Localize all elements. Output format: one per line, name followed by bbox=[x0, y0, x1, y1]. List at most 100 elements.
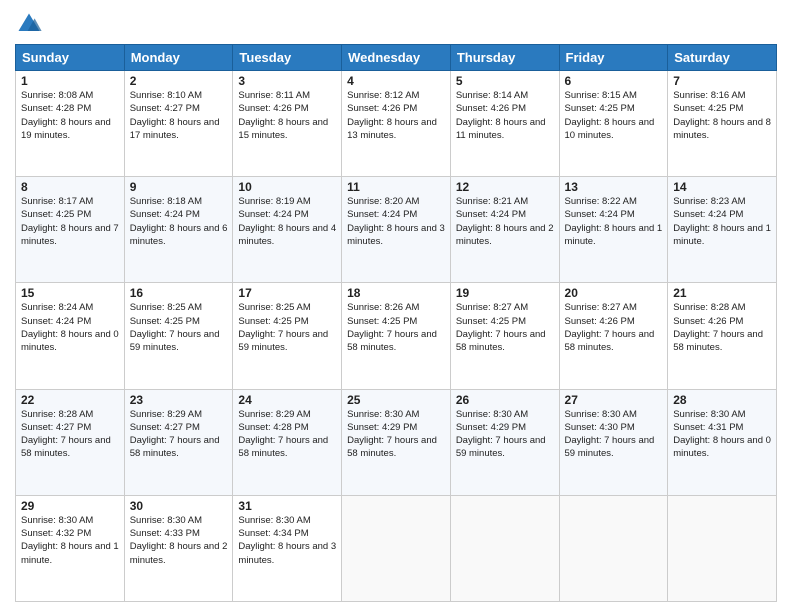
daylight-label: Daylight: 8 hours and 1 minute. bbox=[673, 223, 771, 247]
day-number: 12 bbox=[456, 180, 554, 194]
sunset-label: Sunset: 4:25 PM bbox=[130, 316, 200, 327]
sunrise-label: Sunrise: 8:14 AM bbox=[456, 90, 528, 101]
day-number: 10 bbox=[238, 180, 336, 194]
day-number: 31 bbox=[238, 499, 336, 513]
day-info: Sunrise: 8:14 AM Sunset: 4:26 PM Dayligh… bbox=[456, 89, 554, 142]
day-number: 7 bbox=[673, 74, 771, 88]
day-info: Sunrise: 8:27 AM Sunset: 4:26 PM Dayligh… bbox=[565, 301, 663, 354]
daylight-label: Daylight: 7 hours and 58 minutes. bbox=[130, 435, 220, 459]
sunset-label: Sunset: 4:24 PM bbox=[21, 316, 91, 327]
daylight-label: Daylight: 8 hours and 8 minutes. bbox=[673, 117, 771, 141]
sunrise-label: Sunrise: 8:29 AM bbox=[130, 409, 202, 420]
day-cell bbox=[559, 495, 668, 601]
sunset-label: Sunset: 4:31 PM bbox=[673, 422, 743, 433]
sunset-label: Sunset: 4:30 PM bbox=[565, 422, 635, 433]
sunset-label: Sunset: 4:24 PM bbox=[565, 209, 635, 220]
daylight-label: Daylight: 8 hours and 1 minute. bbox=[565, 223, 663, 247]
daylight-label: Daylight: 8 hours and 19 minutes. bbox=[21, 117, 111, 141]
day-cell: 7 Sunrise: 8:16 AM Sunset: 4:25 PM Dayli… bbox=[668, 71, 777, 177]
day-cell: 17 Sunrise: 8:25 AM Sunset: 4:25 PM Dayl… bbox=[233, 283, 342, 389]
day-number: 13 bbox=[565, 180, 663, 194]
sunrise-label: Sunrise: 8:27 AM bbox=[456, 302, 528, 313]
sunset-label: Sunset: 4:33 PM bbox=[130, 528, 200, 539]
sunset-label: Sunset: 4:24 PM bbox=[130, 209, 200, 220]
daylight-label: Daylight: 8 hours and 4 minutes. bbox=[238, 223, 336, 247]
day-info: Sunrise: 8:11 AM Sunset: 4:26 PM Dayligh… bbox=[238, 89, 336, 142]
daylight-label: Daylight: 7 hours and 58 minutes. bbox=[238, 435, 328, 459]
daylight-label: Daylight: 7 hours and 58 minutes. bbox=[347, 435, 437, 459]
day-info: Sunrise: 8:29 AM Sunset: 4:27 PM Dayligh… bbox=[130, 408, 228, 461]
daylight-label: Daylight: 8 hours and 3 minutes. bbox=[238, 541, 336, 565]
day-cell: 8 Sunrise: 8:17 AM Sunset: 4:25 PM Dayli… bbox=[16, 177, 125, 283]
day-cell: 30 Sunrise: 8:30 AM Sunset: 4:33 PM Dayl… bbox=[124, 495, 233, 601]
day-info: Sunrise: 8:30 AM Sunset: 4:32 PM Dayligh… bbox=[21, 514, 119, 567]
day-cell: 1 Sunrise: 8:08 AM Sunset: 4:28 PM Dayli… bbox=[16, 71, 125, 177]
day-number: 14 bbox=[673, 180, 771, 194]
day-cell: 10 Sunrise: 8:19 AM Sunset: 4:24 PM Dayl… bbox=[233, 177, 342, 283]
sunset-label: Sunset: 4:29 PM bbox=[347, 422, 417, 433]
day-number: 11 bbox=[347, 180, 445, 194]
sunset-label: Sunset: 4:26 PM bbox=[238, 103, 308, 114]
day-cell: 28 Sunrise: 8:30 AM Sunset: 4:31 PM Dayl… bbox=[668, 389, 777, 495]
sunrise-label: Sunrise: 8:28 AM bbox=[21, 409, 93, 420]
day-info: Sunrise: 8:17 AM Sunset: 4:25 PM Dayligh… bbox=[21, 195, 119, 248]
day-cell: 15 Sunrise: 8:24 AM Sunset: 4:24 PM Dayl… bbox=[16, 283, 125, 389]
sunrise-label: Sunrise: 8:08 AM bbox=[21, 90, 93, 101]
day-cell: 3 Sunrise: 8:11 AM Sunset: 4:26 PM Dayli… bbox=[233, 71, 342, 177]
daylight-label: Daylight: 8 hours and 2 minutes. bbox=[130, 541, 228, 565]
day-info: Sunrise: 8:10 AM Sunset: 4:27 PM Dayligh… bbox=[130, 89, 228, 142]
day-cell: 6 Sunrise: 8:15 AM Sunset: 4:25 PM Dayli… bbox=[559, 71, 668, 177]
sunrise-label: Sunrise: 8:19 AM bbox=[238, 196, 310, 207]
day-cell: 18 Sunrise: 8:26 AM Sunset: 4:25 PM Dayl… bbox=[342, 283, 451, 389]
day-info: Sunrise: 8:27 AM Sunset: 4:25 PM Dayligh… bbox=[456, 301, 554, 354]
day-number: 4 bbox=[347, 74, 445, 88]
day-cell: 9 Sunrise: 8:18 AM Sunset: 4:24 PM Dayli… bbox=[124, 177, 233, 283]
sunset-label: Sunset: 4:26 PM bbox=[456, 103, 526, 114]
header-cell-friday: Friday bbox=[559, 45, 668, 71]
day-number: 17 bbox=[238, 286, 336, 300]
sunset-label: Sunset: 4:27 PM bbox=[130, 103, 200, 114]
day-info: Sunrise: 8:18 AM Sunset: 4:24 PM Dayligh… bbox=[130, 195, 228, 248]
sunset-label: Sunset: 4:25 PM bbox=[673, 103, 743, 114]
day-number: 21 bbox=[673, 286, 771, 300]
sunrise-label: Sunrise: 8:30 AM bbox=[565, 409, 637, 420]
day-info: Sunrise: 8:16 AM Sunset: 4:25 PM Dayligh… bbox=[673, 89, 771, 142]
day-info: Sunrise: 8:30 AM Sunset: 4:34 PM Dayligh… bbox=[238, 514, 336, 567]
day-info: Sunrise: 8:15 AM Sunset: 4:25 PM Dayligh… bbox=[565, 89, 663, 142]
sunset-label: Sunset: 4:26 PM bbox=[673, 316, 743, 327]
day-info: Sunrise: 8:30 AM Sunset: 4:31 PM Dayligh… bbox=[673, 408, 771, 461]
sunrise-label: Sunrise: 8:15 AM bbox=[565, 90, 637, 101]
sunrise-label: Sunrise: 8:29 AM bbox=[238, 409, 310, 420]
day-info: Sunrise: 8:25 AM Sunset: 4:25 PM Dayligh… bbox=[238, 301, 336, 354]
sunset-label: Sunset: 4:25 PM bbox=[238, 316, 308, 327]
day-info: Sunrise: 8:30 AM Sunset: 4:29 PM Dayligh… bbox=[456, 408, 554, 461]
day-info: Sunrise: 8:28 AM Sunset: 4:26 PM Dayligh… bbox=[673, 301, 771, 354]
daylight-label: Daylight: 7 hours and 59 minutes. bbox=[565, 435, 655, 459]
daylight-label: Daylight: 7 hours and 58 minutes. bbox=[456, 329, 546, 353]
sunset-label: Sunset: 4:26 PM bbox=[565, 316, 635, 327]
day-cell: 22 Sunrise: 8:28 AM Sunset: 4:27 PM Dayl… bbox=[16, 389, 125, 495]
sunset-label: Sunset: 4:24 PM bbox=[238, 209, 308, 220]
day-number: 29 bbox=[21, 499, 119, 513]
day-number: 27 bbox=[565, 393, 663, 407]
day-info: Sunrise: 8:23 AM Sunset: 4:24 PM Dayligh… bbox=[673, 195, 771, 248]
week-row-1: 1 Sunrise: 8:08 AM Sunset: 4:28 PM Dayli… bbox=[16, 71, 777, 177]
week-row-4: 22 Sunrise: 8:28 AM Sunset: 4:27 PM Dayl… bbox=[16, 389, 777, 495]
sunrise-label: Sunrise: 8:25 AM bbox=[238, 302, 310, 313]
sunrise-label: Sunrise: 8:11 AM bbox=[238, 90, 310, 101]
day-number: 25 bbox=[347, 393, 445, 407]
header-cell-monday: Monday bbox=[124, 45, 233, 71]
calendar-body: 1 Sunrise: 8:08 AM Sunset: 4:28 PM Dayli… bbox=[16, 71, 777, 602]
daylight-label: Daylight: 8 hours and 1 minute. bbox=[21, 541, 119, 565]
sunrise-label: Sunrise: 8:25 AM bbox=[130, 302, 202, 313]
sunrise-label: Sunrise: 8:23 AM bbox=[673, 196, 745, 207]
day-info: Sunrise: 8:28 AM Sunset: 4:27 PM Dayligh… bbox=[21, 408, 119, 461]
day-number: 3 bbox=[238, 74, 336, 88]
sunrise-label: Sunrise: 8:27 AM bbox=[565, 302, 637, 313]
calendar-table: SundayMondayTuesdayWednesdayThursdayFrid… bbox=[15, 44, 777, 602]
daylight-label: Daylight: 7 hours and 58 minutes. bbox=[347, 329, 437, 353]
sunrise-label: Sunrise: 8:24 AM bbox=[21, 302, 93, 313]
day-cell: 21 Sunrise: 8:28 AM Sunset: 4:26 PM Dayl… bbox=[668, 283, 777, 389]
day-info: Sunrise: 8:19 AM Sunset: 4:24 PM Dayligh… bbox=[238, 195, 336, 248]
daylight-label: Daylight: 7 hours and 58 minutes. bbox=[673, 329, 763, 353]
